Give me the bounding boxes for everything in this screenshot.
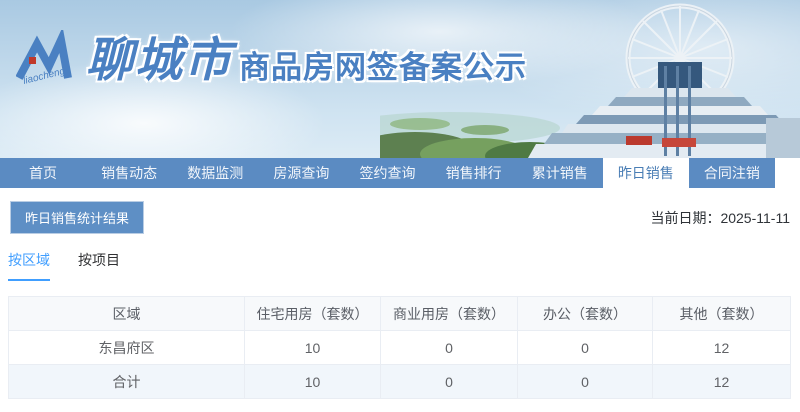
current-date-value: 2025-11-11 xyxy=(720,210,790,226)
logo-script-text: liaocheng xyxy=(22,66,67,87)
nav-item-sales-trends[interactable]: 销售动态 xyxy=(86,158,172,188)
table-header-row: 区域 住宅用房（套数） 商业用房（套数） 办公（套数） 其他（套数） xyxy=(9,297,791,331)
nav-item-home[interactable]: 首页 xyxy=(0,158,86,188)
toolbar: 昨日销售统计结果 当前日期：2025-11-11 xyxy=(0,188,800,234)
cell-commercial: 0 xyxy=(381,365,518,399)
liaocheng-logo-icon: liaocheng xyxy=(16,30,78,88)
nav-item-contract-cancellation[interactable]: 合同注销 xyxy=(689,158,775,188)
current-date-label: 当前日期： xyxy=(650,210,720,226)
nav-item-yesterday-sales[interactable]: 昨日销售 xyxy=(603,158,689,188)
city-name-text: 聊城市 xyxy=(86,36,233,83)
nav-item-sales-ranking[interactable]: 销售排行 xyxy=(431,158,517,188)
current-date: 当前日期：2025-11-11 xyxy=(650,208,790,228)
cell-region: 东昌府区 xyxy=(9,331,245,365)
cell-office: 0 xyxy=(518,331,653,365)
column-header-other: 其他（套数） xyxy=(653,297,791,331)
cell-office: 0 xyxy=(518,365,653,399)
main-nav: 首页 销售动态 数据监测 房源查询 签约查询 销售排行 累计销售 昨日销售 合同… xyxy=(0,158,775,188)
tab-by-project[interactable]: 按项目 xyxy=(78,250,120,281)
view-tabs: 按区域 按项目 xyxy=(0,234,800,281)
brand-block: liaocheng 聊城市 商品房网签备案公示 xyxy=(16,30,527,88)
nav-item-data-monitor[interactable]: 数据监测 xyxy=(172,158,258,188)
cell-residential: 10 xyxy=(245,365,381,399)
cell-commercial: 0 xyxy=(381,331,518,365)
table-row-dongchangfu: 东昌府区 10 0 0 12 xyxy=(9,331,791,365)
cell-other: 12 xyxy=(653,331,791,365)
column-header-commercial: 商业用房（套数） xyxy=(381,297,518,331)
yesterday-sales-result-button[interactable]: 昨日销售统计结果 xyxy=(10,201,144,234)
tab-by-region[interactable]: 按区域 xyxy=(8,250,50,281)
column-header-region: 区域 xyxy=(9,297,245,331)
cell-other: 12 xyxy=(653,365,791,399)
nav-item-cumulative-sales[interactable]: 累计销售 xyxy=(517,158,603,188)
header-banner: liaocheng 聊城市 商品房网签备案公示 xyxy=(0,0,800,158)
page-title: 商品房网签备案公示 xyxy=(239,32,527,87)
table-row-total: 合计 10 0 0 12 xyxy=(9,365,791,399)
column-header-office: 办公（套数） xyxy=(518,297,653,331)
column-header-residential: 住宅用房（套数） xyxy=(245,297,381,331)
cell-region: 合计 xyxy=(9,365,245,399)
stats-table-container: 区域 住宅用房（套数） 商业用房（套数） 办公（套数） 其他（套数） 东昌府区 … xyxy=(0,281,800,399)
nav-item-housing-search[interactable]: 房源查询 xyxy=(258,158,344,188)
yesterday-sales-table: 区域 住宅用房（套数） 商业用房（套数） 办公（套数） 其他（套数） 东昌府区 … xyxy=(8,296,791,399)
cell-residential: 10 xyxy=(245,331,381,365)
nav-item-contract-search[interactable]: 签约查询 xyxy=(344,158,430,188)
